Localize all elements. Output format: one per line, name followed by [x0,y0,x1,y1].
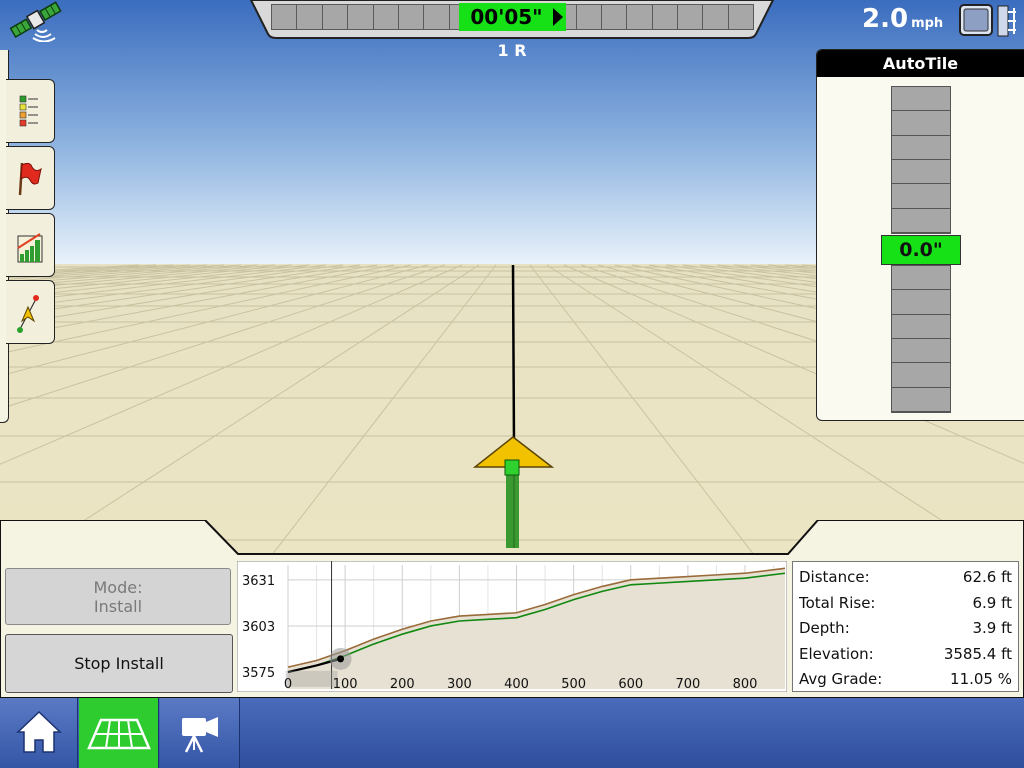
y-tick-label: 3575 [242,666,275,681]
depth-bar-segment [892,315,950,339]
lightbar-cell [702,4,729,30]
depth-bar-segment [892,388,950,412]
depth-bar-segment [892,266,950,291]
ground-speed: 2.0 mph [862,4,943,34]
lightbar-cell [423,4,450,30]
y-tick-label: 3631 [242,574,275,589]
chart-layer-icon [17,233,43,263]
lightbar-cell [651,4,678,30]
ab-line-icon [17,295,39,333]
x-tick-label: 800 [733,677,758,692]
stat-label: Depth: [799,619,850,638]
x-tick-label: 100 [333,677,358,692]
depth-offset-readout: 0.0" [881,235,961,265]
cross-track-readout: 00'05" [459,3,566,31]
x-tick-label: 400 [504,677,529,692]
bottom-navigation [0,698,1024,768]
flag-button[interactable] [6,146,55,210]
lightbar-cell [347,4,374,30]
depth-bar-segment [892,160,950,185]
stat-label: Avg Grade: [799,670,883,689]
map-view-button[interactable] [79,698,159,768]
stat-value: 3585.4 ft [943,644,1012,663]
guidance-line [511,264,516,446]
lightbar-cell [626,4,653,30]
x-axis-ticks: 0 100 200 300 400 500 600 700 800 [284,677,758,692]
install-stats: Distance: 62.6 ft Total Rise: 6.9 ft Depth… [792,561,1019,692]
map-layer-button[interactable] [6,213,55,277]
lightbar-cell [600,4,628,30]
guidance-pattern-button[interactable] [6,280,55,344]
stat-row-distance: Distance: 62.6 ft [793,565,1018,591]
mode-value: Install [93,597,143,616]
x-tick-label: 700 [675,677,700,692]
display-settings-icon[interactable] [958,3,1020,39]
lightbar-cell [575,4,602,30]
speed-value: 2.0 [862,4,909,34]
cross-track-value: 00'05" [470,5,543,29]
red-flag-icon [18,162,42,196]
depth-bar-segment [892,290,950,315]
depth-bar-segment [892,87,950,112]
lightbar-cell [727,4,755,30]
x-tick-label: 500 [561,677,586,692]
stat-row-elevation: Elevation: 3585.4 ft [793,642,1018,668]
depth-bar-segment [892,339,950,364]
lightbar-cell [372,4,399,30]
depth-bar-segment [892,363,950,388]
depth-bar-upper [891,86,951,234]
stat-label: Distance: [799,568,870,586]
gps-satellite-icon[interactable] [4,0,70,42]
x-tick-label: 200 [390,677,415,692]
mode-button[interactable]: Mode: Install [5,568,231,625]
stat-value: 62.6 ft [962,568,1012,586]
stat-row-total-rise: Total Rise: 6.9 ft [793,591,1018,617]
depth-bar-segment [892,184,950,209]
position-dot [337,655,345,663]
lightbar-cell [397,4,425,30]
speed-unit: mph [911,16,944,31]
stat-value: 6.9 ft [972,593,1012,612]
map-toolbox [0,50,58,423]
x-tick-label: 300 [447,677,472,692]
stat-row-depth: Depth: 3.9 ft [793,616,1018,642]
mode-label: Mode: [93,578,143,597]
depth-bar-segment [892,111,950,136]
depth-bar-segment [892,136,950,160]
stop-install-button[interactable]: Stop Install [5,634,233,693]
camera-button[interactable] [160,698,240,768]
x-tick-label: 600 [618,677,643,692]
depth-bar-lower [891,265,951,413]
lightbar: 00'05" [250,0,774,40]
stat-label: Total Rise: [799,593,876,612]
lightbar-cell [321,4,349,30]
position-shadow [285,670,338,687]
stat-label: Elevation: [799,644,874,663]
autotile-panel: AutoTile 0.0" [816,49,1024,421]
stat-row-avg-grade: Avg Grade: 11.05 % [793,667,1018,693]
field-grid-icon [87,718,151,750]
home-icon [16,710,62,753]
home-button[interactable] [0,698,78,768]
lightbar-cell [296,4,323,30]
stat-value: 3.9 ft [972,619,1012,638]
elevation-profile-chart[interactable]: 3631 3603 3575 0 100 200 300 400 500 600 700 800 [237,561,787,692]
lightbar-cell [677,4,704,30]
legend-button[interactable] [6,79,55,143]
video-camera-icon [182,717,218,753]
legend-list-icon [19,95,38,127]
steer-right-arrow-icon [553,8,563,26]
autotile-title: AutoTile [817,50,1024,77]
lightbar-cell [271,4,298,30]
y-tick-label: 3603 [242,620,275,635]
depth-bar-segment [892,209,950,233]
x-tick-label: 0 [284,677,292,692]
stat-value: 11.05 % [950,670,1012,689]
